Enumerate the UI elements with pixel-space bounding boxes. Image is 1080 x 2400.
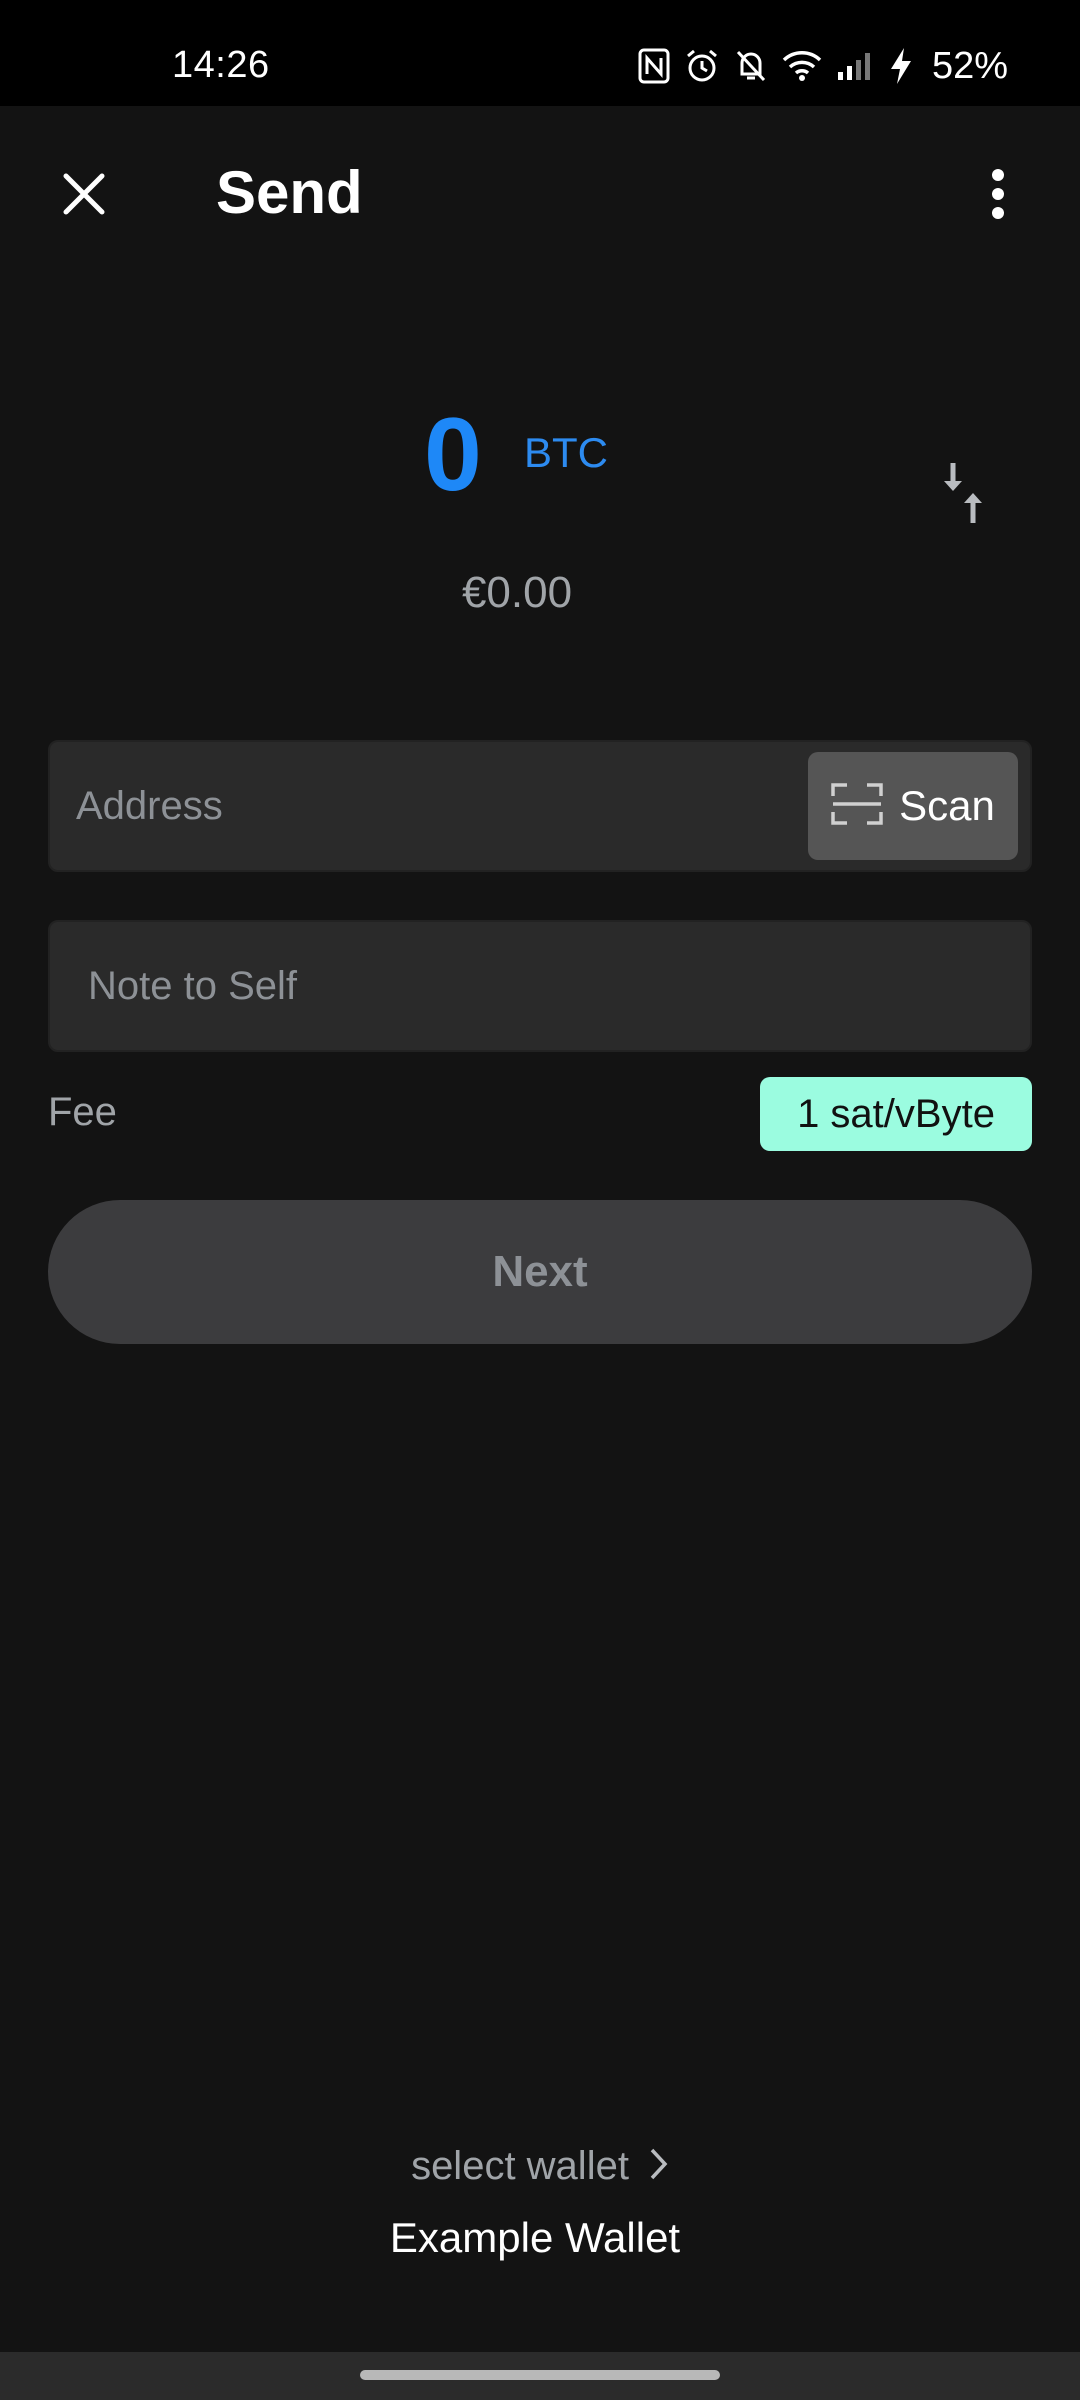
- signal-icon: [836, 50, 874, 82]
- amount-display[interactable]: 0 BTC: [0, 400, 1080, 510]
- close-icon: [60, 170, 108, 223]
- note-input[interactable]: [88, 922, 1008, 1050]
- alarm-icon: [684, 48, 720, 84]
- home-indicator[interactable]: [360, 2370, 720, 2380]
- fiat-amount: €0.00: [461, 568, 573, 617]
- next-button[interactable]: Next: [48, 1200, 1032, 1344]
- nfc-icon: [638, 48, 670, 84]
- select-wallet-button[interactable]: select wallet: [0, 2144, 1080, 2189]
- chevron-right-icon: [649, 2147, 669, 2186]
- close-button[interactable]: [48, 160, 120, 232]
- amount-unit[interactable]: BTC: [524, 428, 608, 478]
- address-field[interactable]: Scan: [48, 740, 1032, 872]
- amount-value[interactable]: 0: [424, 400, 482, 510]
- scan-icon: [831, 782, 883, 831]
- status-bar: 14:26 52%: [0, 0, 1080, 106]
- status-icons: 52%: [638, 44, 1008, 88]
- address-input[interactable]: [76, 742, 816, 870]
- charging-icon: [888, 47, 914, 85]
- wallet-name: Example Wallet: [389, 2214, 681, 2261]
- status-time: 14:26: [172, 44, 270, 86]
- bell-off-icon: [734, 48, 768, 84]
- wifi-icon: [782, 50, 822, 82]
- fee-selector-button[interactable]: 1 sat/vByte: [760, 1077, 1032, 1151]
- fee-label: Fee: [48, 1090, 117, 1134]
- more-options-button[interactable]: [962, 160, 1034, 232]
- scan-button[interactable]: Scan: [808, 752, 1018, 860]
- note-field[interactable]: [48, 920, 1032, 1052]
- select-wallet-label: select wallet: [411, 2144, 629, 2188]
- battery-level: 52%: [931, 44, 1008, 87]
- navigation-bar: [0, 2352, 1080, 2400]
- swap-units-button[interactable]: [930, 460, 1000, 530]
- page-title: Send: [216, 159, 363, 226]
- swap-vert-icon: [941, 461, 989, 530]
- scan-label: Scan: [899, 782, 995, 829]
- more-vert-icon: [990, 168, 1006, 225]
